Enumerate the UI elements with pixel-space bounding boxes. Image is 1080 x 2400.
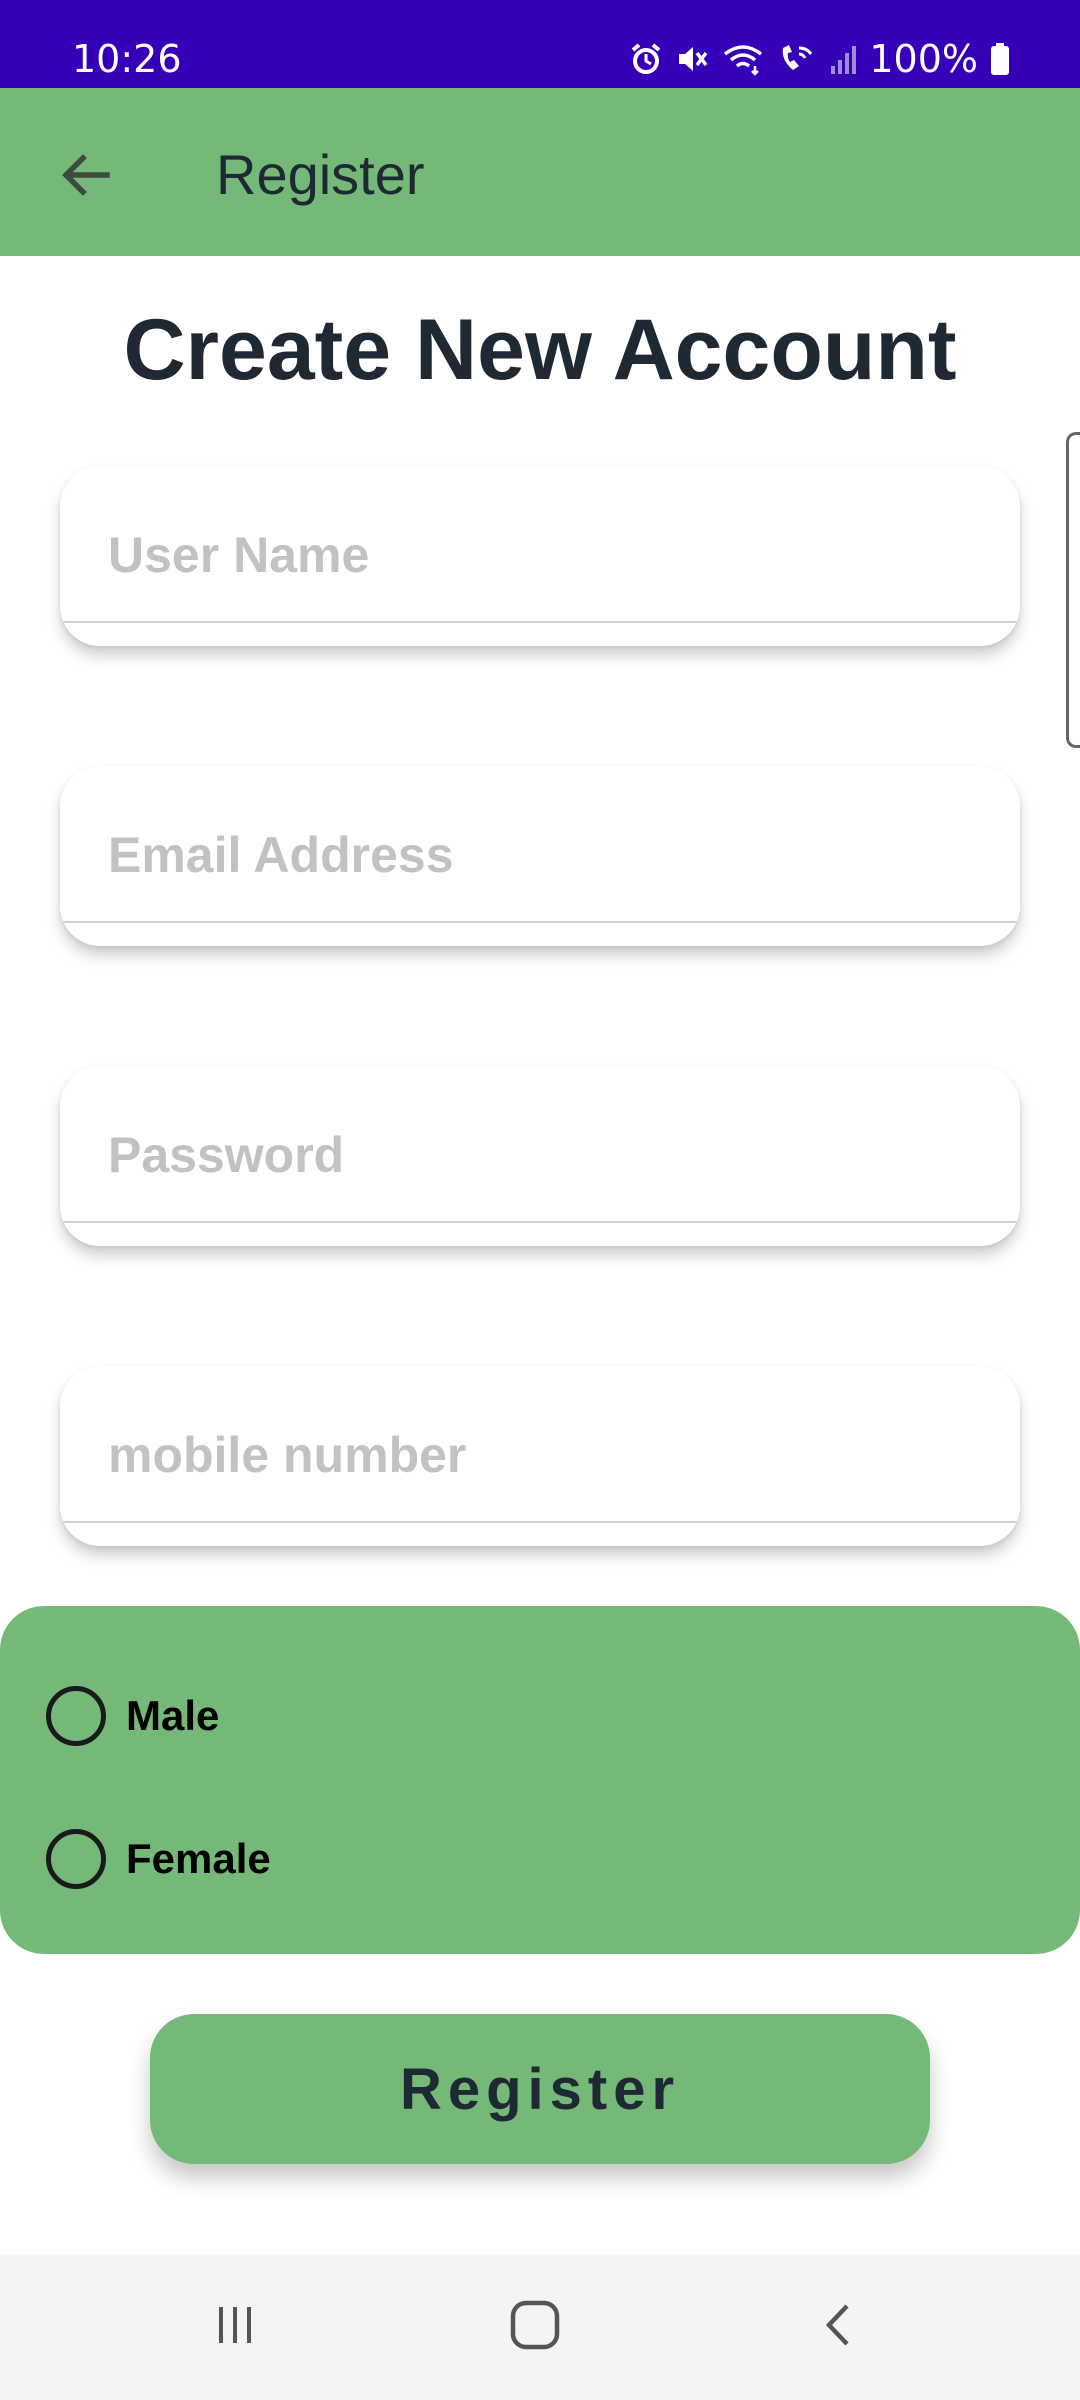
navigation-bar	[0, 2254, 1080, 2400]
field-underline	[60, 921, 1020, 923]
recent-apps-icon	[210, 2300, 260, 2355]
wifi-call-icon	[777, 42, 817, 76]
radio-button-icon[interactable]	[46, 1686, 106, 1746]
gender-radio-group: Male Female	[0, 1606, 1080, 1954]
scrollbar[interactable]	[1066, 432, 1080, 748]
password-input[interactable]	[108, 1126, 968, 1184]
radio-male[interactable]: Male	[46, 1681, 219, 1751]
radio-female[interactable]: Female	[46, 1824, 271, 1894]
radio-button-icon[interactable]	[46, 1829, 106, 1889]
register-button[interactable]: Register	[150, 2014, 930, 2164]
battery-percent: 100%	[869, 37, 978, 81]
back-button[interactable]	[40, 132, 130, 222]
nav-back-button[interactable]	[794, 2282, 884, 2372]
status-bar: 10:26 100%	[0, 0, 1080, 88]
battery-icon	[990, 42, 1010, 76]
status-icons: 100%	[629, 34, 1010, 84]
email-field[interactable]	[60, 766, 1020, 946]
arrow-left-icon	[57, 147, 113, 208]
home-icon	[507, 2297, 563, 2358]
status-time: 10:26	[72, 37, 182, 81]
app-bar-title: Register	[216, 143, 425, 206]
password-field[interactable]	[60, 1066, 1020, 1246]
alarm-icon	[629, 42, 663, 76]
wifi-icon	[721, 42, 765, 76]
field-underline	[60, 1521, 1020, 1523]
email-input[interactable]	[108, 826, 968, 884]
recent-apps-button[interactable]	[190, 2282, 280, 2372]
mobile-input[interactable]	[108, 1426, 968, 1484]
field-underline	[60, 621, 1020, 623]
home-button[interactable]	[490, 2282, 580, 2372]
mobile-field[interactable]	[60, 1366, 1020, 1546]
username-field[interactable]	[60, 466, 1020, 646]
field-underline	[60, 1221, 1020, 1223]
signal-icon	[829, 42, 857, 76]
page-title: Create New Account	[123, 302, 957, 398]
app-bar: Register	[0, 88, 1080, 256]
back-icon	[814, 2300, 864, 2355]
radio-label-male: Male	[126, 1692, 220, 1739]
username-input[interactable]	[108, 526, 968, 584]
radio-label-female: Female	[126, 1835, 271, 1882]
mute-icon	[675, 42, 709, 76]
